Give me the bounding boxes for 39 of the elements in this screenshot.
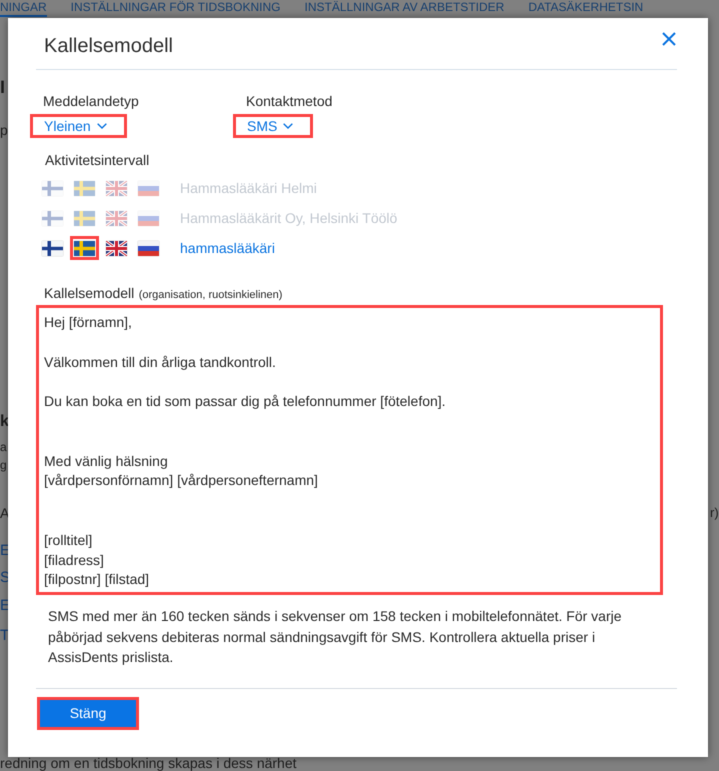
sweden-flag-icon [74, 240, 95, 256]
sweden-flag-icon [74, 180, 95, 196]
russia-flag-icon [138, 180, 159, 196]
finland-flag-icon [42, 180, 63, 196]
uk-flag-icon [106, 210, 127, 226]
russia-flag-icon [138, 240, 159, 256]
clinic-link[interactable]: hammaslääkäri [180, 238, 275, 258]
body-text: a [0, 440, 7, 454]
body-text: redning om en tidsbokning skapas i dess närhet [0, 756, 297, 771]
close-button[interactable] [662, 32, 676, 46]
field-label: Kontaktmetod [245, 92, 332, 111]
page-tab[interactable]: INSTÄLLNINGAR FÖR TIDSBOKNING [70, 0, 280, 17]
finland-flag-icon [42, 210, 63, 226]
message-type-dropdown[interactable]: Yleinen [30, 114, 127, 138]
chevron-down-icon [283, 123, 294, 129]
language-flag-button[interactable] [70, 236, 99, 260]
body-text: r) [710, 505, 719, 521]
link-text[interactable]: T [0, 627, 10, 645]
page-tab[interactable]: DATASÄKERHETSIN [528, 0, 644, 17]
message-template-field[interactable]: Hej [förnamn], Välkommen till din årliga tandkontroll. Du kan boka en tid som passar dig på telefonnummer [fötelefon]. Med vänlig hälsning [vårdpersonförnamn] [vårdpersonefternamn] [rolltitel] [filadress] [filpostnr] [filstad] [36, 305, 663, 596]
chevron-down-icon [96, 123, 107, 129]
uk-flag-icon [106, 240, 127, 256]
field-label: Meddelandetyp [42, 92, 139, 111]
dialog-title: Kallelsemodell [43, 34, 173, 58]
finland-flag-icon [42, 240, 63, 256]
sms-info-text: SMS med mer än 160 tecken sänds i sekvenser om 158 tecken i mobiltelefonnätet. För varje påbörjad sekvens debiteras normal sändningsavgift för SMS. Kontrollera aktuella priser i AssisDents prislista. [47, 607, 623, 668]
heading-text: I [0, 77, 6, 97]
page-tab[interactable]: INSTÄLLNINGAR AV ARBETSTIDER [304, 0, 504, 17]
contact-method-dropdown[interactable]: SMS [233, 114, 314, 138]
body-text: p [0, 122, 8, 138]
close-dialog-button[interactable]: Stäng [37, 696, 139, 730]
sweden-flag-icon [74, 210, 95, 226]
section-label: Aktivitetsintervall [44, 151, 150, 170]
russia-flag-icon [138, 210, 159, 226]
heading-text: k [0, 413, 9, 431]
uk-flag-icon [106, 180, 127, 196]
close-icon [662, 32, 676, 46]
field-label: Kallelsemodell (organisation, ruotsinkielinen) [43, 284, 284, 303]
body-text: g [0, 458, 7, 472]
